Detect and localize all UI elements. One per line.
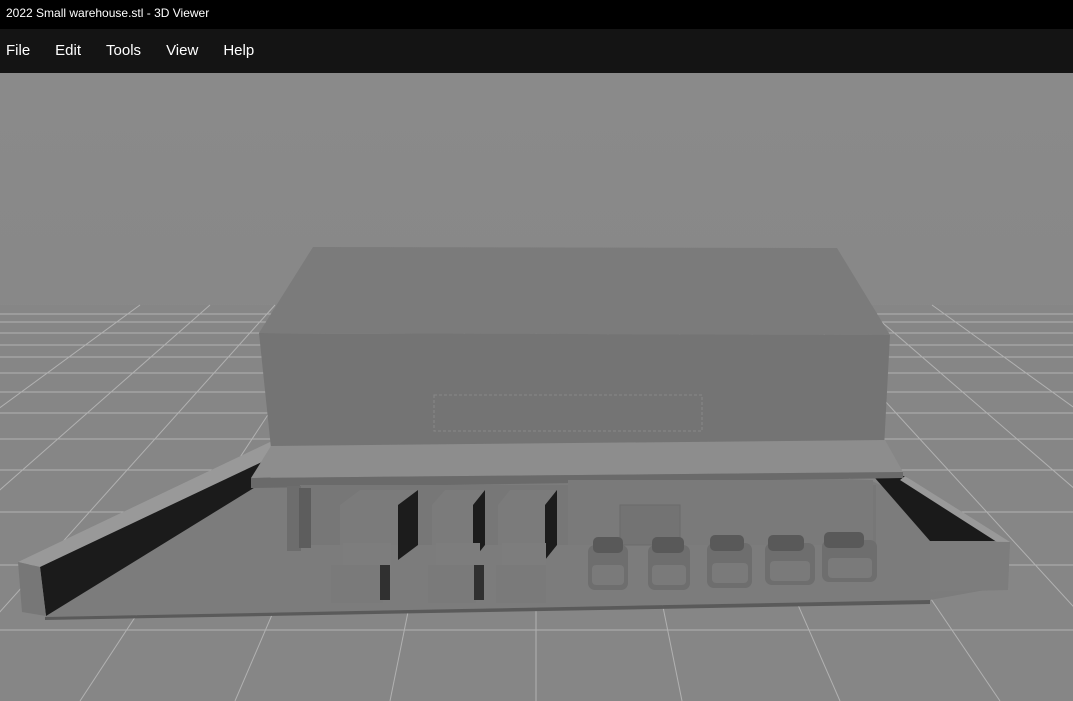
car-2	[648, 537, 690, 590]
menu-tools[interactable]: Tools	[106, 29, 141, 73]
pillar-1	[287, 486, 301, 551]
canopy-top	[251, 440, 903, 478]
pillar-2	[299, 488, 311, 548]
3d-viewport[interactable]	[0, 73, 1073, 701]
title-bar[interactable]: 2022 Small warehouse.stl - 3D Viewer	[0, 0, 1073, 29]
building-roof	[259, 247, 890, 335]
window-title: 2022 Small warehouse.stl - 3D Viewer	[6, 6, 210, 20]
truck-2	[428, 490, 485, 603]
menu-help[interactable]: Help	[223, 29, 254, 73]
menu-view[interactable]: View	[166, 29, 198, 73]
menu-file[interactable]: File	[6, 29, 30, 73]
viewer-window: 2022 Small warehouse.stl - 3D Viewer Fil…	[0, 0, 1073, 701]
menu-bar: File Edit Tools View Help	[0, 29, 1073, 73]
car-1	[588, 537, 628, 590]
right-wall-end	[930, 541, 1010, 592]
menu-edit[interactable]: Edit	[55, 29, 81, 73]
scene-canvas	[0, 247, 1073, 701]
